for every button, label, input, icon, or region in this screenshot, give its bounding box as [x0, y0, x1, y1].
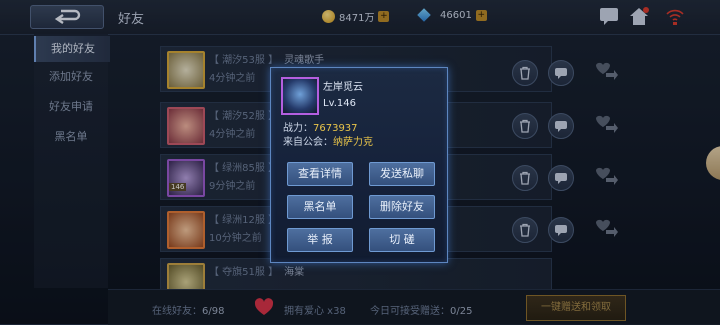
popup-guild: 来自公会：纳萨力克: [283, 133, 373, 148]
guild-label: 来自公会：: [283, 137, 333, 148]
view-details-button[interactable]: 查看详情: [287, 162, 353, 186]
popup-avatar: [281, 77, 319, 115]
popup-power: 战力：7673937: [283, 119, 358, 134]
friend-detail-popup: 左岸觅云 Lv.146 战力：7673937 来自公会：纳萨力克 查看详情 发送…: [270, 67, 448, 263]
delete-friend-popup-button[interactable]: 删除好友: [369, 195, 435, 219]
popup-player-name: 左岸觅云: [323, 82, 363, 93]
report-button[interactable]: 举 报: [287, 228, 353, 252]
blacklist-button[interactable]: 黑名单: [287, 195, 353, 219]
send-message-button[interactable]: 发送私聊: [369, 162, 435, 186]
duel-button[interactable]: 切 磋: [369, 228, 435, 252]
popup-level: Lv.146: [323, 98, 356, 109]
guild-value: 纳萨力克: [333, 137, 373, 148]
